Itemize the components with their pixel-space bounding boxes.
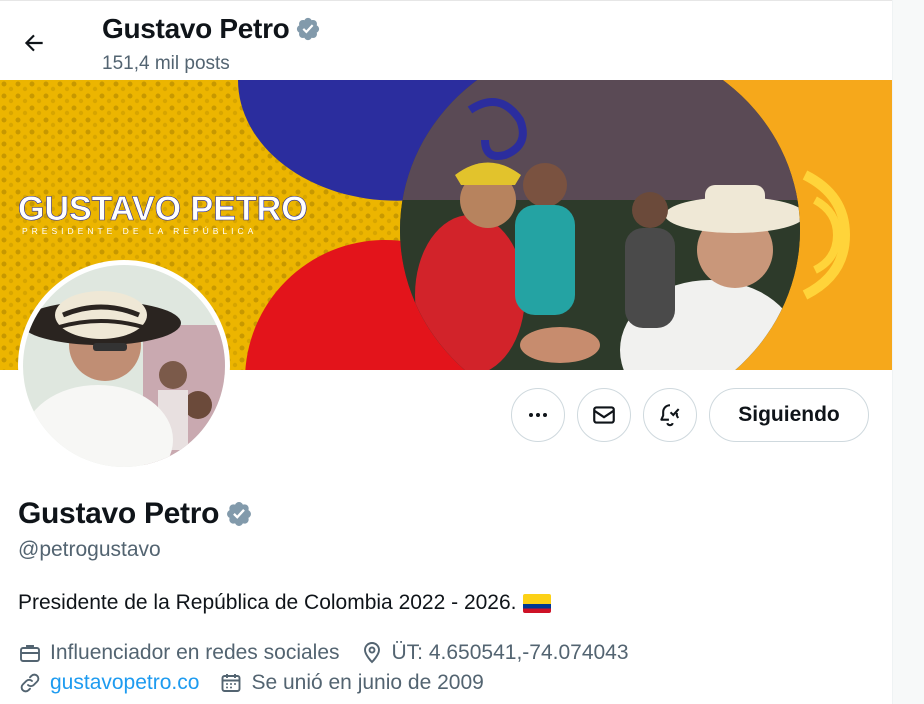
joined-text: Se unió en junio de 2009 bbox=[251, 671, 484, 694]
banner-subtitle: PRESIDENTE DE LA REPÚBLICA bbox=[22, 226, 257, 236]
arrow-left-icon bbox=[24, 34, 43, 52]
profile-avatar[interactable] bbox=[18, 260, 230, 472]
profile-category: Influenciador en redes sociales bbox=[18, 641, 340, 665]
notifications-button[interactable] bbox=[643, 388, 697, 442]
verified-badge-icon[interactable] bbox=[295, 16, 321, 42]
avatar-photo bbox=[23, 265, 225, 467]
briefcase-icon bbox=[20, 645, 40, 662]
profile-meta-row-2: gustavopetro.co Se unió en junio de 2009 bbox=[18, 671, 504, 695]
profile-meta-row-1: Influenciador en redes sociales ÜT: 4.65… bbox=[18, 641, 649, 665]
profile-column: Gustavo Petro 151,4 mil posts GUSTAVO PE… bbox=[0, 0, 892, 704]
header-name: Gustavo Petro bbox=[102, 13, 290, 44]
profile-bio: Presidente de la República de Colombia 2… bbox=[18, 591, 551, 615]
verified-badge-icon[interactable] bbox=[225, 500, 253, 528]
header-title: Gustavo Petro bbox=[102, 13, 321, 45]
bell-check-icon bbox=[660, 404, 680, 427]
profile-website[interactable]: gustavopetro.co bbox=[18, 671, 199, 695]
category-text: Influenciador en redes sociales bbox=[50, 641, 340, 664]
link-icon bbox=[20, 673, 40, 693]
more-horizontal-icon bbox=[529, 413, 547, 417]
page-scrollbar[interactable] bbox=[892, 0, 924, 704]
banner-title: GUSTAVO PETRO bbox=[18, 190, 308, 228]
back-button[interactable] bbox=[14, 23, 54, 63]
profile-location: ÜT: 4.650541,-74.074043 bbox=[360, 641, 629, 665]
bio-text: Presidente de la República de Colombia 2… bbox=[18, 591, 517, 614]
calendar-icon bbox=[221, 674, 241, 692]
following-button[interactable]: Siguiendo bbox=[709, 388, 869, 442]
envelope-icon bbox=[593, 406, 615, 424]
display-name: Gustavo Petro bbox=[18, 497, 220, 530]
message-button[interactable] bbox=[577, 388, 631, 442]
colombia-flag-icon bbox=[522, 593, 551, 613]
profile-joined: Se unió en junio de 2009 bbox=[219, 671, 484, 695]
profile-name: Gustavo Petro bbox=[18, 497, 253, 531]
profile-handle: @petrogustavo bbox=[18, 538, 161, 561]
posts-count: 151,4 mil posts bbox=[102, 53, 230, 74]
profile-header: Gustavo Petro 151,4 mil posts bbox=[0, 0, 892, 80]
location-pin-icon bbox=[363, 642, 380, 664]
more-button[interactable] bbox=[511, 388, 565, 442]
location-text: ÜT: 4.650541,-74.074043 bbox=[391, 641, 629, 664]
website-link[interactable]: gustavopetro.co bbox=[50, 671, 199, 695]
